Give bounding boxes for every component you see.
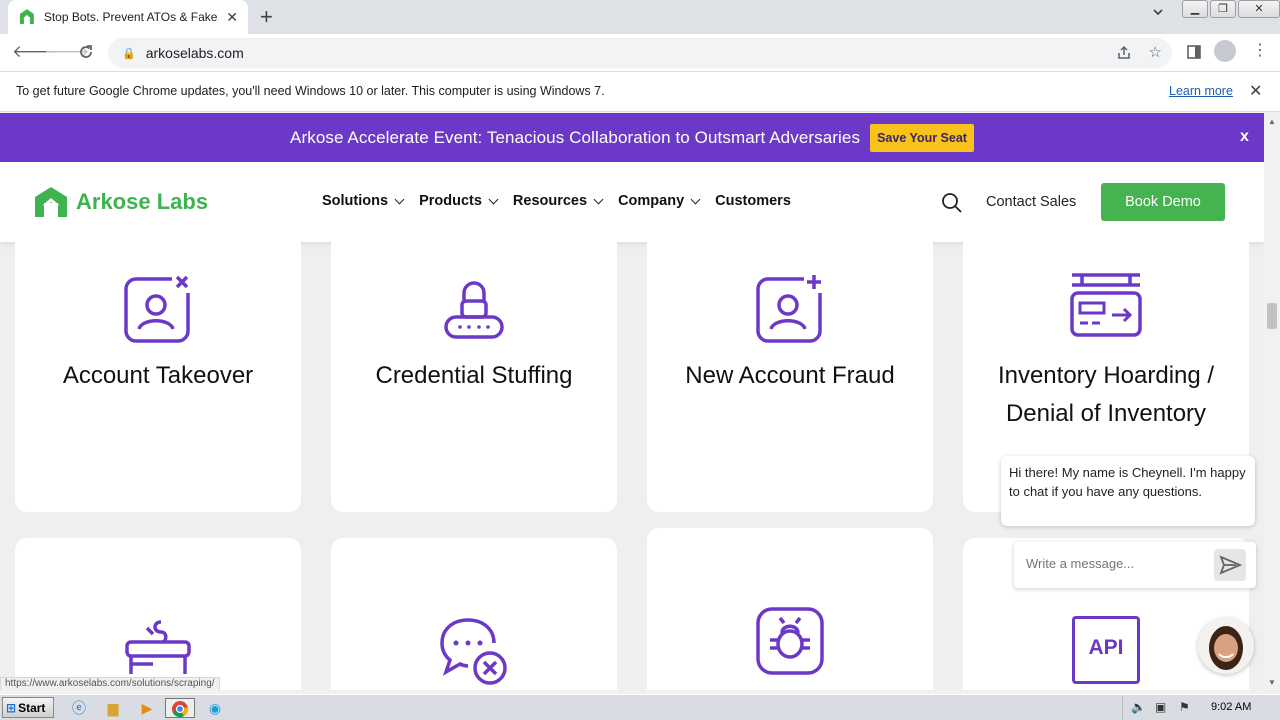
bug-icon (756, 607, 824, 675)
windows-logo-icon: ⊞ (6, 700, 17, 715)
browser-toolbar: 🡐 🡒 🔒 arkoselabs.com ☆ ⋮ (0, 34, 1280, 72)
status-bar-url: https://www.arkoselabs.com/solutions/scr… (0, 677, 220, 690)
site-header: Arkose Labs Solutions Products Resources… (0, 162, 1264, 242)
credential-stuffing-icon (444, 281, 504, 339)
tab-close-icon[interactable]: ✕ (226, 9, 238, 26)
edge-icon[interactable]: ◉ (204, 698, 226, 718)
scraping-icon (125, 620, 191, 674)
nav-label: Solutions (322, 193, 389, 209)
chevron-down-icon (488, 194, 499, 204)
scroll-thumb[interactable] (1267, 303, 1277, 329)
chevron-down-icon (690, 194, 701, 204)
infobar-close-icon[interactable]: ✕ (1249, 81, 1262, 101)
send-icon (1219, 555, 1243, 575)
search-icon[interactable] (941, 192, 963, 214)
arkose-logo-icon (35, 187, 67, 217)
card-title: Credential Stuffing (375, 362, 573, 389)
media-player-icon[interactable]: ▶ (136, 698, 158, 718)
ie-icon[interactable]: ⓔ (68, 698, 90, 718)
chrome-taskbar-icon[interactable] (165, 698, 195, 718)
profile-avatar-icon[interactable] (1214, 40, 1236, 62)
window-controls: ▁ ❐ ✕ (1182, 0, 1280, 18)
new-tab-icon[interactable]: + (260, 4, 273, 30)
clock: 9:02 AM (1211, 701, 1252, 713)
start-button[interactable]: ⊞ Start (2, 697, 54, 718)
tab-search-icon[interactable] (1152, 6, 1164, 18)
update-infobar: To get future Google Chrome updates, you… (0, 72, 1280, 112)
tab-title: Stop Bots. Prevent ATOs & Fake Acc (43, 10, 218, 24)
bookmark-star-icon[interactable]: ☆ (1149, 43, 1162, 61)
restore-icon[interactable]: ❐ (1210, 0, 1236, 18)
spam-message-icon (440, 618, 507, 685)
page-viewport: Arkose Accelerate Event: Tenacious Colla… (0, 113, 1264, 690)
chat-compose (1014, 542, 1256, 588)
account-takeover-icon (124, 273, 192, 343)
logo-text: Arkose Labs (76, 189, 209, 214)
side-panel-icon[interactable] (1186, 44, 1202, 60)
contact-sales-link[interactable]: Contact Sales (986, 194, 1076, 210)
infobar-message: To get future Google Chrome updates, you… (16, 84, 605, 98)
nav-label: Customers (715, 193, 791, 209)
promo-close-button[interactable]: x (1240, 128, 1249, 146)
chrome-icon (172, 701, 189, 718)
chat-greeting: Hi there! My name is Cheynell. I'm happy… (1001, 456, 1255, 526)
nav-company[interactable]: Company (618, 193, 701, 209)
minimize-icon[interactable]: ▁ (1182, 0, 1208, 18)
share-icon[interactable] (1116, 45, 1132, 61)
scroll-up-icon[interactable]: ▲ (1268, 117, 1276, 126)
card-scraping[interactable] (15, 538, 301, 690)
flag-icon[interactable]: ⚑ (1179, 700, 1190, 714)
nav-label: Company (618, 193, 685, 209)
menu-kebab-icon[interactable]: ⋮ (1252, 40, 1268, 60)
learn-more-link[interactable]: Learn more (1169, 84, 1233, 98)
page-scrollbar[interactable]: ▲ ▼ (1264, 113, 1280, 690)
tab-strip: Stop Bots. Prevent ATOs & Fake Acc ✕ + ▁… (0, 0, 1280, 34)
url-text: arkoselabs.com (145, 45, 244, 61)
card-title: Account Takeover (62, 362, 254, 389)
card-account-takeover[interactable]: Account Takeover (15, 231, 301, 512)
promo-banner: Arkose Accelerate Event: Tenacious Colla… (0, 113, 1264, 162)
inventory-hoarding-icon (1070, 273, 1142, 337)
scroll-down-icon[interactable]: ▼ (1268, 678, 1276, 687)
new-account-fraud-icon (756, 273, 824, 343)
nav-label: Products (419, 193, 482, 209)
arkose-logo[interactable]: Arkose Labs (34, 186, 208, 218)
system-tray: 🔈 ▣ ⚑ 9:02 AM (1122, 696, 1280, 720)
card-new-account-fraud[interactable]: New Account Fraud (647, 231, 933, 512)
book-demo-button[interactable]: Book Demo (1101, 183, 1225, 221)
volume-icon[interactable]: 🔈 (1131, 700, 1146, 714)
card-credential-stuffing[interactable]: Credential Stuffing (331, 231, 617, 512)
card-bug[interactable] (647, 528, 933, 690)
nav-customers[interactable]: Customers (715, 193, 791, 209)
arkose-favicon-icon (19, 9, 34, 24)
promo-text: Arkose Accelerate Event: Tenacious Colla… (290, 127, 861, 147)
lock-icon[interactable]: 🔒 (122, 47, 136, 60)
reload-icon[interactable] (78, 44, 94, 60)
chat-send-button[interactable] (1214, 549, 1246, 581)
chevron-down-icon (394, 194, 405, 204)
save-seat-button[interactable]: Save Your Seat (870, 123, 974, 152)
nav-products[interactable]: Products (419, 193, 499, 209)
card-title: New Account Fraud (685, 362, 895, 389)
chevron-down-icon (593, 194, 604, 204)
folder-icon[interactable]: ▆ (102, 698, 124, 718)
browser-tab[interactable]: Stop Bots. Prevent ATOs & Fake Acc ✕ (8, 0, 248, 34)
window-close-icon[interactable]: ✕ (1238, 0, 1280, 18)
nav-solutions[interactable]: Solutions (322, 193, 405, 209)
nav-label: Resources (512, 193, 588, 209)
address-bar[interactable]: 🔒 arkoselabs.com ☆ (108, 38, 1172, 68)
card-spam[interactable] (331, 538, 617, 690)
start-label: Start (18, 700, 46, 715)
network-icon[interactable]: ▣ (1155, 700, 1166, 714)
chat-message-input[interactable] (1026, 556, 1206, 571)
windows-taskbar: ⊞ Start ⓔ ▆ ▶ ◉ 🔈 ▣ ⚑ 9:02 AM (0, 694, 1280, 720)
card-title-line-1: Inventory Hoarding / (997, 362, 1215, 389)
card-title-line-2: Denial of Inventory (1005, 400, 1207, 427)
agent-avatar-icon (1198, 618, 1254, 674)
api-icon: API (1072, 616, 1140, 684)
chat-agent-avatar[interactable] (1198, 618, 1254, 674)
nav-resources[interactable]: Resources (512, 193, 604, 209)
main-nav: Solutions Products Resources Company Cus… (322, 193, 807, 209)
